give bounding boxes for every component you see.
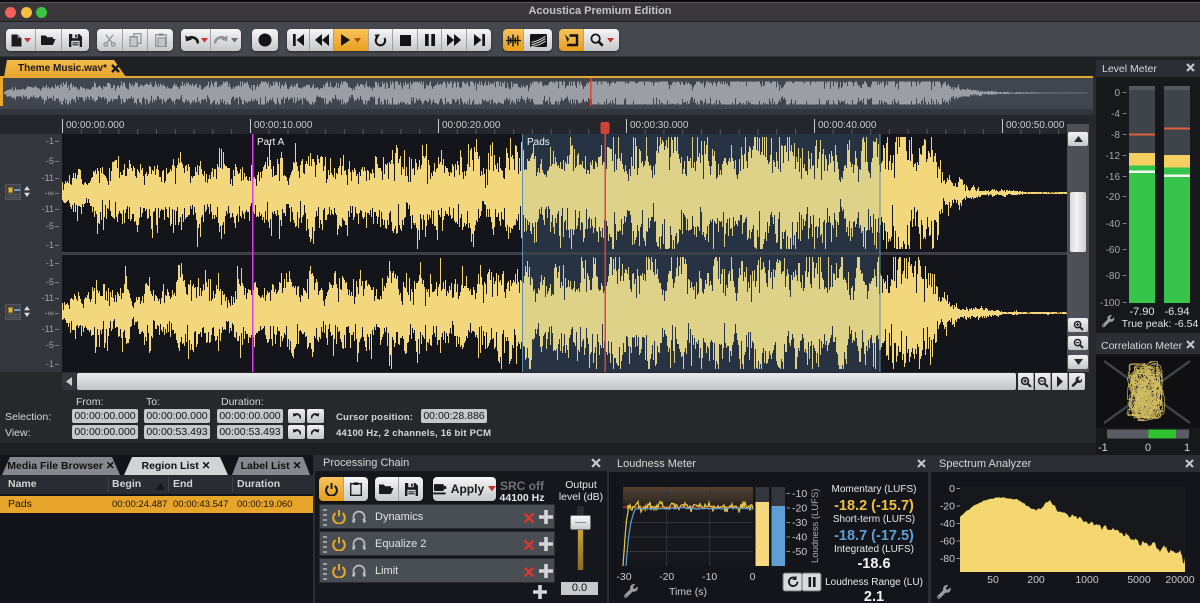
svg-text:Correlation Meter: Correlation Meter (1101, 340, 1183, 352)
svg-text:Loudness Meter: Loudness Meter (617, 458, 696, 470)
svg-text:00:00:20.000: 00:00:20.000 (442, 120, 501, 131)
svg-text:Pads: Pads (527, 137, 550, 148)
svg-text:-10: -10 (702, 571, 717, 583)
svg-text:-30: -30 (616, 571, 631, 583)
svg-text:0: 0 (949, 483, 955, 495)
svg-text:00:00:10.000: 00:00:10.000 (254, 120, 313, 131)
svg-text:-12: -12 (1106, 151, 1121, 162)
svg-text:Level Meter: Level Meter (1102, 63, 1157, 75)
svg-text:-60: -60 (940, 536, 955, 548)
svg-text:Spectrum Analyzer: Spectrum Analyzer (939, 458, 1032, 470)
svg-text:1000: 1000 (1075, 574, 1099, 586)
svg-text:-40: -40 (1106, 219, 1121, 230)
svg-text:-6.94: -6.94 (1164, 306, 1189, 318)
svg-text:1: 1 (1184, 442, 1190, 454)
svg-text:-40: -40 (792, 532, 807, 544)
svg-text:-18.6: -18.6 (857, 556, 890, 572)
svg-text:50: 50 (987, 574, 999, 586)
svg-text:-100: -100 (1100, 298, 1120, 309)
svg-text:-8: -8 (1111, 130, 1120, 141)
svg-text:-50: -50 (792, 546, 807, 558)
svg-text:200: 200 (1027, 574, 1045, 586)
svg-text:Momentary (LUFS): Momentary (LUFS) (831, 484, 916, 495)
svg-text:-16: -16 (1106, 172, 1121, 183)
svg-text:-7.90: -7.90 (1129, 306, 1154, 318)
svg-text:-80: -80 (940, 553, 955, 565)
svg-text:00:00:00.000: 00:00:00.000 (66, 120, 125, 131)
svg-text:-10: -10 (792, 488, 807, 500)
svg-text:5000: 5000 (1127, 574, 1151, 586)
svg-text:00:00:40.000: 00:00:40.000 (818, 120, 877, 131)
svg-text:0: 0 (1114, 88, 1120, 99)
svg-text:2.1: 2.1 (864, 589, 884, 603)
svg-text:-60: -60 (1106, 245, 1121, 256)
svg-text:20000: 20000 (1165, 574, 1194, 586)
svg-text:-1: -1 (1098, 442, 1108, 454)
svg-text:Integrated (LUFS): Integrated (LUFS) (834, 544, 914, 555)
svg-text:-20: -20 (792, 503, 807, 515)
svg-text:-18.2 (-15.7): -18.2 (-15.7) (834, 498, 914, 514)
svg-text:Time (s): Time (s) (669, 586, 707, 598)
svg-text:True peak: -6.54: True peak: -6.54 (1122, 318, 1199, 330)
svg-text:-4: -4 (1111, 109, 1120, 120)
svg-text:-80: -80 (1106, 271, 1121, 282)
svg-text:-30: -30 (792, 517, 807, 529)
svg-text:-20: -20 (1106, 192, 1121, 203)
svg-text:Loudness Range (LU): Loudness Range (LU) (825, 577, 923, 588)
svg-text:-20: -20 (659, 571, 674, 583)
svg-text:00:00:50.000: 00:00:50.000 (1006, 120, 1065, 131)
svg-text:-18.7 (-17.5): -18.7 (-17.5) (834, 528, 914, 544)
svg-text:Part A: Part A (257, 137, 285, 148)
svg-text:-20: -20 (940, 501, 955, 513)
svg-text:00:00:30.000: 00:00:30.000 (630, 120, 689, 131)
svg-text:Loudness (LUFS): Loudness (LUFS) (810, 489, 821, 563)
svg-text:-40: -40 (940, 518, 955, 530)
svg-text:0: 0 (1145, 442, 1151, 454)
svg-text:0: 0 (750, 571, 756, 583)
svg-text:Short-term (LUFS): Short-term (LUFS) (833, 514, 915, 525)
